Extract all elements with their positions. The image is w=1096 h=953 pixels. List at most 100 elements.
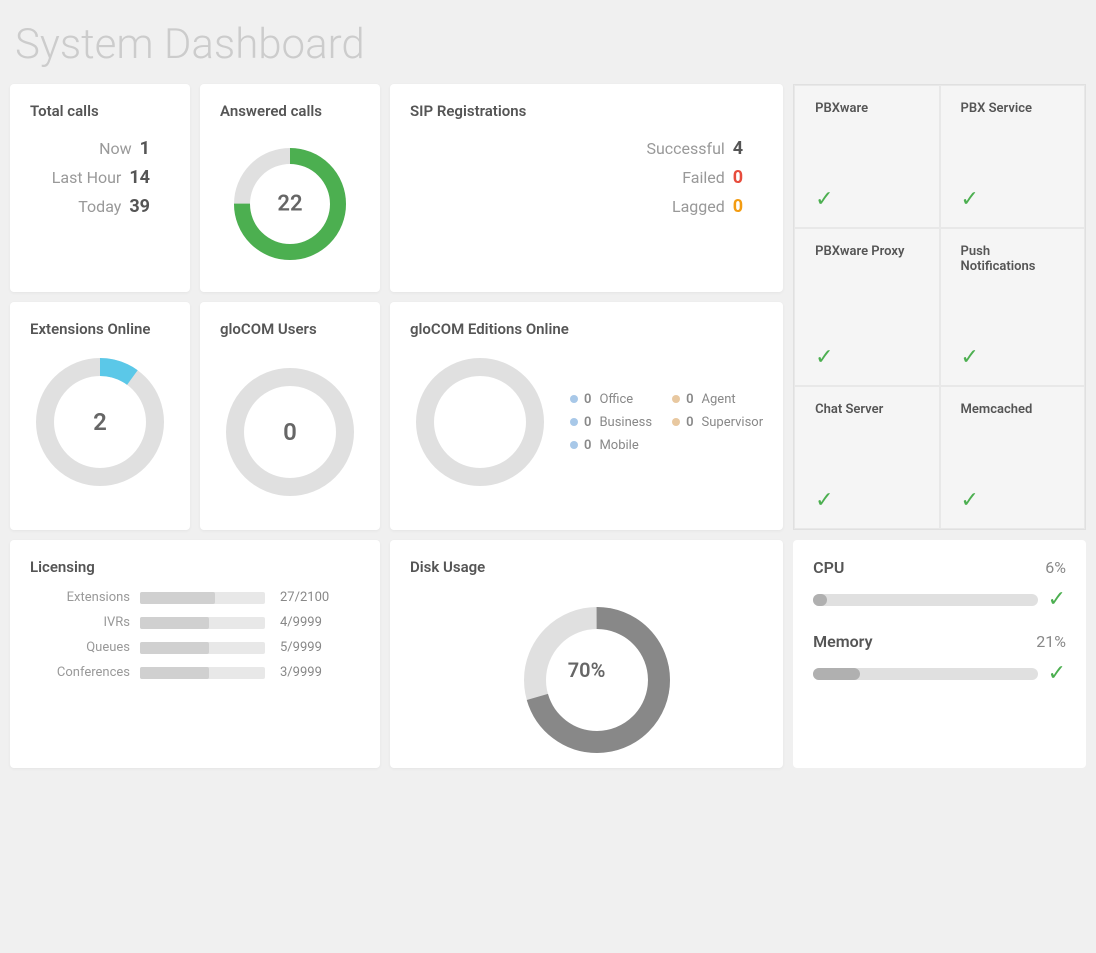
edition-office: 0 Office	[570, 392, 652, 407]
sip-registrations-card: SIP Registrations Successful 4 Failed 0 …	[390, 84, 783, 292]
edition-agent-dot	[672, 395, 680, 403]
editions-content: 0 Office 0 Agent 0 Business	[410, 352, 763, 492]
lic-extensions-row: Extensions 27/2100	[30, 590, 360, 605]
edition-supervisor-count: 0	[686, 415, 693, 430]
status-pbxware-proxy: PBXware Proxy ✓	[794, 228, 939, 386]
edition-supervisor-dot	[672, 418, 680, 426]
glocom-users-value: 0	[283, 418, 297, 446]
lic-extensions-bar	[140, 592, 265, 604]
status-pbxware-proxy-label: PBXware Proxy	[815, 244, 904, 259]
edition-office-label: Office	[599, 392, 633, 407]
sip-failed-row: Failed 0	[410, 163, 763, 192]
edition-business-label: Business	[599, 415, 652, 430]
sip-successful-value: 4	[733, 138, 743, 159]
memory-value: 21%	[1036, 632, 1066, 651]
cpu-check-icon: ✓	[1048, 587, 1066, 612]
cpu-section: CPU 6% ✓	[813, 558, 1066, 612]
lic-conferences-label: Conferences	[30, 665, 130, 680]
lic-conferences-fill	[140, 667, 209, 679]
calls-now-row: Now 1	[30, 134, 170, 163]
cpu-memory-card: CPU 6% ✓ Memory 21%	[793, 540, 1086, 768]
glocom-users-chart: 0	[220, 362, 360, 502]
edition-business-dot	[570, 418, 578, 426]
calls-lasthour-label: Last Hour	[52, 168, 122, 187]
calls-now-value: 1	[140, 138, 150, 159]
glocom-editions-title: gloCOM Editions Online	[410, 320, 763, 338]
calls-today-label: Today	[78, 197, 121, 216]
lic-queues-bar	[140, 642, 265, 654]
status-push-notifications-label: Push Notifications	[961, 244, 1064, 274]
extensions-online-value: 2	[93, 408, 107, 436]
status-push-notifications: Push Notifications ✓	[940, 228, 1085, 386]
memory-bar	[813, 668, 1037, 680]
edition-agent: 0 Agent	[672, 392, 763, 407]
edition-mobile-count: 0	[584, 438, 591, 453]
disk-usage-value: 70%	[568, 658, 606, 682]
sip-lagged-value: 0	[733, 196, 743, 217]
cpu-value: 6%	[1045, 558, 1066, 577]
edition-agent-count: 0	[686, 392, 693, 407]
licensing-card: Licensing Extensions 27/2100 IVRs 4/9999	[10, 540, 380, 768]
lic-queues-value: 5/9999	[280, 640, 360, 655]
memory-bar-fill	[813, 668, 860, 680]
answered-calls-card: Answered calls 22	[200, 84, 380, 292]
memory-header: Memory 21%	[813, 632, 1066, 651]
lic-queues-row: Queues 5/9999	[30, 640, 360, 655]
lic-ivrs-bar	[140, 617, 265, 629]
extensions-donut: 2	[30, 352, 170, 492]
sip-title: SIP Registrations	[410, 102, 763, 120]
extensions-online-card: Extensions Online 2	[10, 302, 190, 530]
answered-calls-title: Answered calls	[220, 102, 322, 120]
lic-extensions-label: Extensions	[30, 590, 130, 605]
glocom-users-title: gloCOM Users	[220, 320, 317, 338]
licensing-title: Licensing	[30, 558, 360, 576]
lic-extensions-value: 27/2100	[280, 590, 360, 605]
cpu-bar	[813, 594, 1037, 606]
total-calls-title: Total calls	[30, 102, 170, 120]
status-push-notifications-check: ✓	[961, 345, 979, 370]
status-pbxware-proxy-check: ✓	[815, 345, 833, 370]
cpu-header: CPU 6%	[813, 558, 1066, 577]
calls-lasthour-row: Last Hour 14	[30, 163, 170, 192]
cpu-title: CPU	[813, 558, 844, 577]
edition-office-dot	[570, 395, 578, 403]
disk-usage-chart: 70%	[517, 600, 657, 740]
calls-today-row: Today 39	[30, 192, 170, 221]
lic-ivrs-label: IVRs	[30, 615, 130, 630]
answered-calls-value: 22	[277, 192, 302, 217]
status-chat-server-check: ✓	[815, 488, 833, 513]
status-grid: PBXware ✓ PBX Service ✓ PBXware Proxy ✓ …	[793, 84, 1086, 530]
memory-check-icon: ✓	[1048, 661, 1066, 686]
glocom-editions-card: gloCOM Editions Online 0 Office	[390, 302, 783, 530]
memory-title: Memory	[813, 632, 872, 651]
lic-ivrs-row: IVRs 4/9999	[30, 615, 360, 630]
glocom-users-card: gloCOM Users 0	[200, 302, 380, 530]
edition-agent-label: Agent	[702, 392, 736, 407]
sip-successful-row: Successful 4	[410, 134, 763, 163]
edition-mobile-label: Mobile	[599, 438, 638, 453]
lic-conferences-row: Conferences 3/9999	[30, 665, 360, 680]
lic-extensions-fill	[140, 592, 215, 604]
edition-mobile-dot	[570, 441, 578, 449]
disk-usage-card: Disk Usage 70%	[390, 540, 783, 768]
status-pbx-service-check: ✓	[961, 187, 979, 212]
status-memcached-label: Memcached	[961, 402, 1033, 417]
calls-now-label: Now	[99, 139, 132, 158]
calls-list: Now 1 Last Hour 14 Today 39	[30, 134, 170, 221]
answered-calls-chart: 22	[230, 144, 350, 264]
sip-lagged-label: Lagged	[672, 197, 725, 216]
status-memcached: Memcached ✓	[940, 386, 1085, 529]
status-pbxware-check: ✓	[815, 187, 833, 212]
cpu-bar-fill	[813, 594, 826, 606]
sip-list: Successful 4 Failed 0 Lagged 0	[410, 134, 763, 221]
lic-conferences-bar	[140, 667, 265, 679]
lic-queues-label: Queues	[30, 640, 130, 655]
editions-donut	[410, 352, 550, 492]
status-chat-server: Chat Server ✓	[794, 386, 939, 529]
lic-conferences-value: 3/9999	[280, 665, 360, 680]
total-calls-card: Total calls Now 1 Last Hour 14 Today 39	[10, 84, 190, 292]
status-chat-server-label: Chat Server	[815, 402, 883, 417]
disk-donut: 70%	[517, 600, 657, 740]
status-memcached-check: ✓	[961, 488, 979, 513]
sip-successful-label: Successful	[646, 139, 724, 158]
